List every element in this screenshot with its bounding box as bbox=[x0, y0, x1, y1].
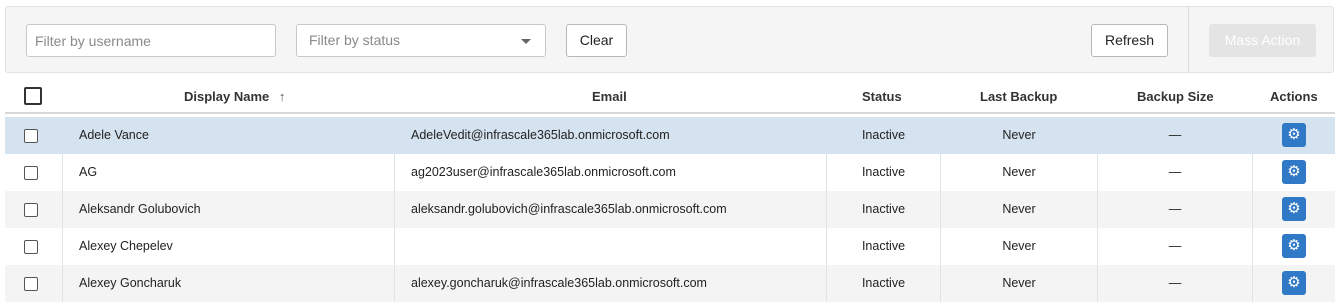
email-cell: ag2023user@infrascale365lab.onmicrosoft.… bbox=[411, 165, 676, 179]
column-divider bbox=[1252, 117, 1253, 154]
row-checkbox[interactable] bbox=[24, 129, 38, 143]
column-divider bbox=[394, 117, 395, 154]
mass-action-button[interactable]: Mass Action bbox=[1209, 24, 1316, 57]
last-backup-cell: Never bbox=[1002, 276, 1036, 290]
display-name-label: Display Name bbox=[184, 89, 270, 104]
column-header-email[interactable]: Email bbox=[592, 89, 627, 104]
column-divider bbox=[62, 117, 63, 154]
column-divider bbox=[394, 228, 395, 265]
column-divider bbox=[62, 265, 63, 302]
table-row[interactable]: AG ag2023user@infrascale365lab.onmicroso… bbox=[5, 154, 1335, 191]
refresh-button[interactable]: Refresh bbox=[1091, 24, 1168, 57]
gear-icon[interactable]: ⚙ bbox=[1282, 271, 1306, 295]
last-backup-cell: Never bbox=[1002, 239, 1036, 253]
table-row[interactable]: Aleksandr Golubovich aleksandr.golubovic… bbox=[5, 191, 1335, 228]
column-header-last-backup[interactable]: Last Backup bbox=[980, 89, 1057, 104]
last-backup-cell: Never bbox=[1002, 202, 1036, 216]
column-divider bbox=[394, 191, 395, 228]
status-cell: Inactive bbox=[861, 276, 906, 290]
status-cell: Inactive bbox=[861, 239, 906, 253]
select-all-checkbox[interactable] bbox=[24, 87, 42, 105]
column-divider bbox=[1252, 191, 1253, 228]
backup-size-cell: — bbox=[1168, 128, 1182, 142]
table-row[interactable]: Alexey Goncharuk alexey.goncharuk@infras… bbox=[5, 265, 1335, 302]
gear-icon[interactable]: ⚙ bbox=[1282, 160, 1306, 184]
column-divider bbox=[1252, 265, 1253, 302]
table-row[interactable]: Alexey Chepelev Inactive Never — ⚙ bbox=[5, 228, 1335, 265]
column-header-backup-size[interactable]: Backup Size bbox=[1137, 89, 1214, 104]
table-header: Display Name ↑ Email Status Last Backup … bbox=[5, 80, 1335, 114]
display-name-cell: Aleksandr Golubovich bbox=[79, 202, 201, 216]
status-cell: Inactive bbox=[861, 128, 906, 142]
gear-icon[interactable]: ⚙ bbox=[1282, 123, 1306, 147]
column-header-display-name[interactable]: Display Name ↑ bbox=[184, 89, 285, 104]
backup-size-cell: — bbox=[1168, 276, 1182, 290]
toolbar-divider bbox=[1188, 7, 1189, 72]
row-checkbox[interactable] bbox=[24, 240, 38, 254]
status-cell: Inactive bbox=[861, 202, 906, 216]
filter-toolbar: Filter by status Clear Refresh Mass Acti… bbox=[5, 6, 1334, 73]
row-checkbox[interactable] bbox=[24, 277, 38, 291]
status-filter-select[interactable]: Filter by status bbox=[296, 24, 546, 57]
backup-size-cell: — bbox=[1168, 239, 1182, 253]
display-name-cell: AG bbox=[79, 165, 98, 179]
email-cell: alexey.goncharuk@infrascale365lab.onmicr… bbox=[411, 276, 707, 290]
last-backup-cell: Never bbox=[1002, 165, 1036, 179]
display-name-cell: Alexey Chepelev bbox=[79, 239, 173, 253]
backup-size-cell: — bbox=[1168, 202, 1182, 216]
column-header-status[interactable]: Status bbox=[862, 89, 902, 104]
table-row[interactable]: Adele Vance AdeleVedit@infrascale365lab.… bbox=[5, 117, 1335, 154]
clear-button[interactable]: Clear bbox=[566, 24, 627, 57]
status-filter-placeholder: Filter by status bbox=[309, 32, 401, 48]
last-backup-cell: Never bbox=[1002, 128, 1036, 142]
column-divider bbox=[394, 265, 395, 302]
backup-size-cell: — bbox=[1168, 165, 1182, 179]
row-checkbox[interactable] bbox=[24, 166, 38, 180]
display-name-cell: Alexey Goncharuk bbox=[79, 276, 182, 290]
row-checkbox[interactable] bbox=[24, 203, 38, 217]
column-divider bbox=[1252, 228, 1253, 265]
gear-icon[interactable]: ⚙ bbox=[1282, 197, 1306, 221]
username-filter-input[interactable] bbox=[26, 24, 276, 57]
column-divider bbox=[62, 228, 63, 265]
column-divider bbox=[62, 154, 63, 191]
sort-ascending-icon: ↑ bbox=[278, 89, 286, 104]
column-divider bbox=[394, 154, 395, 191]
column-header-actions: Actions bbox=[1270, 89, 1318, 104]
column-divider bbox=[1252, 154, 1253, 191]
email-cell: AdeleVedit@infrascale365lab.onmicrosoft.… bbox=[411, 128, 670, 142]
column-divider bbox=[62, 191, 63, 228]
gear-icon[interactable]: ⚙ bbox=[1282, 234, 1306, 258]
status-cell: Inactive bbox=[861, 165, 906, 179]
display-name-cell: Adele Vance bbox=[79, 128, 149, 142]
email-cell: aleksandr.golubovich@infrascale365lab.on… bbox=[411, 202, 727, 216]
chevron-down-icon bbox=[521, 39, 531, 44]
